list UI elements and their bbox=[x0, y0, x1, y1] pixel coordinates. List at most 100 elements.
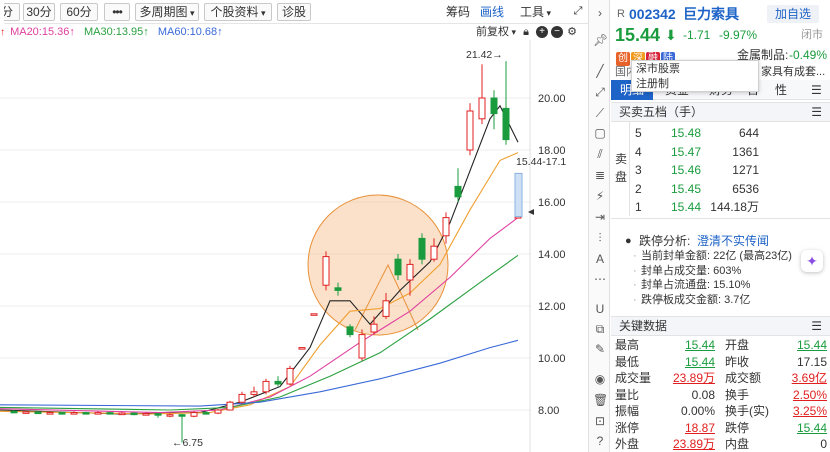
kline-chart[interactable]: 20.0018.0016.0014.0012.0010.008.00 21.42… bbox=[0, 40, 588, 452]
candle bbox=[262, 378, 270, 395]
candle-body bbox=[418, 237, 426, 260]
level: 2 bbox=[635, 181, 642, 196]
key-value: 15.44 bbox=[684, 338, 715, 352]
rect-tool-icon[interactable]: ▢ bbox=[593, 126, 607, 140]
candle-body bbox=[262, 380, 270, 393]
menu-icon[interactable]: ☰ bbox=[811, 317, 822, 335]
chevron-down-icon: ▾ bbox=[544, 8, 552, 18]
stock-info-button[interactable]: 个股资料 ▾ bbox=[204, 3, 272, 21]
candle-body bbox=[346, 326, 354, 336]
expand-icon[interactable]: ⤢ bbox=[572, 5, 584, 17]
line-tool-icon[interactable]: ╱ bbox=[593, 64, 607, 78]
candle-body bbox=[298, 347, 306, 350]
menu-icon[interactable]: ☰ bbox=[811, 103, 822, 121]
key-value: 3.69亿 bbox=[791, 371, 827, 385]
candle-body bbox=[202, 412, 210, 415]
key-label: 换手(实) bbox=[725, 404, 769, 418]
diagnose-button[interactable]: 诊股 bbox=[277, 3, 311, 21]
zoom-in-icon[interactable]: + bbox=[536, 26, 548, 38]
lock-icon[interactable]: 🔒︎ bbox=[520, 26, 532, 38]
y-tick-label: 8.00 bbox=[538, 405, 559, 417]
tab-more[interactable]: 性 bbox=[761, 80, 801, 100]
chip-tab[interactable]: 筹码 bbox=[446, 4, 470, 20]
more-tools-icon[interactable]: ⋯ bbox=[593, 272, 607, 286]
candle bbox=[58, 411, 66, 415]
ask-volume: 6536 bbox=[732, 181, 759, 196]
high-price-label: 21.42→ bbox=[466, 49, 503, 61]
measure-tool-icon[interactable]: ⇥ bbox=[593, 210, 607, 224]
period-button-30min[interactable]: 30分 bbox=[23, 3, 55, 21]
gann-tool-icon[interactable]: ⚡︎ bbox=[593, 189, 607, 203]
ma60-line bbox=[0, 339, 519, 407]
level: 1 bbox=[635, 200, 642, 215]
more-periods-button[interactable]: ••• bbox=[104, 3, 130, 21]
tools-menu[interactable]: 工具 ▾ bbox=[520, 4, 551, 21]
candle-body bbox=[406, 263, 414, 281]
key-value: 3.25% bbox=[792, 404, 827, 418]
candle-body bbox=[442, 217, 450, 237]
candle bbox=[286, 365, 294, 386]
chart-toolbar: 分 30分 60分 ••• 多周期图 ▾ 个股资料 ▾ 诊股 筹码 画线 工具 … bbox=[0, 0, 588, 24]
key-label: 外盘 bbox=[615, 437, 640, 451]
lock-drawings-icon[interactable]: ⊡ bbox=[593, 414, 607, 428]
candle bbox=[478, 64, 486, 124]
stock-name: 巨力索具 bbox=[683, 6, 739, 22]
key-value: 18.87 bbox=[684, 420, 715, 435]
ray-tool-icon[interactable]: ⤢ bbox=[593, 85, 607, 99]
eye-icon[interactable]: ◉ bbox=[593, 372, 607, 386]
candle bbox=[94, 411, 102, 415]
tooltip-line2: 注册制 bbox=[636, 78, 669, 90]
help-icon[interactable]: ? bbox=[593, 434, 607, 448]
candle bbox=[166, 413, 174, 418]
channel-tool-icon[interactable]: ⫶ bbox=[593, 231, 607, 245]
candle bbox=[70, 411, 78, 415]
market-status: 闭市 bbox=[801, 29, 823, 41]
price-restore-menu[interactable]: 前复权 ▾ bbox=[476, 24, 516, 40]
candle-body bbox=[166, 414, 174, 417]
candle-body bbox=[178, 414, 186, 417]
sell-side-label: 卖盘 bbox=[615, 152, 628, 184]
candle-body bbox=[382, 300, 390, 317]
key-value: 15.44 bbox=[796, 420, 827, 435]
price-change-pct: -9.97% bbox=[719, 28, 758, 42]
edit-icon[interactable]: ✎ bbox=[593, 342, 607, 356]
candle-body bbox=[214, 409, 222, 414]
chevron-down-icon: ▾ bbox=[509, 27, 517, 37]
key-label: 昨收 bbox=[725, 354, 750, 369]
trash-icon[interactable]: 🗑︎ bbox=[593, 393, 608, 407]
key-value: 0.00% bbox=[680, 404, 715, 418]
candle-body bbox=[454, 185, 462, 198]
copy-icon[interactable]: ⧉ bbox=[593, 322, 607, 336]
candle bbox=[454, 168, 462, 202]
range-label: 15.44-17.1 bbox=[516, 156, 566, 168]
add-watchlist-button[interactable]: 加自选 bbox=[767, 5, 819, 23]
magnet-icon[interactable]: U bbox=[593, 302, 607, 316]
price-change: -1.71 bbox=[683, 28, 711, 42]
key-label: 换手 bbox=[725, 387, 750, 402]
gear-icon[interactable]: ⚙ bbox=[566, 26, 578, 38]
parallel-tool-icon[interactable]: ⫽ bbox=[593, 147, 607, 161]
key-value: 0.08 bbox=[691, 387, 715, 402]
fib-tool-icon[interactable]: ≣ bbox=[593, 168, 607, 182]
period-button-60min[interactable]: 60分 bbox=[60, 3, 98, 21]
candle bbox=[190, 411, 198, 418]
candle-body bbox=[490, 97, 498, 115]
draw-tab[interactable]: 画线 bbox=[480, 4, 504, 20]
chevron-down-icon: ▾ bbox=[258, 8, 266, 18]
zoom-out-icon[interactable]: − bbox=[551, 26, 563, 38]
pin-icon[interactable]: 📌︎ bbox=[593, 33, 608, 47]
key-label: 内盘 bbox=[725, 437, 750, 451]
analysis-link[interactable]: 澄清不实传闻 bbox=[697, 232, 769, 250]
ask-price: 15.48 bbox=[671, 126, 702, 140]
key-label: 涨停 bbox=[615, 420, 640, 435]
key-value: 23.89万 bbox=[672, 437, 715, 451]
segment-tool-icon[interactable]: ⟋ bbox=[593, 106, 607, 120]
collapse-icon[interactable]: › bbox=[593, 6, 607, 20]
ask-volume: 644 bbox=[738, 126, 759, 140]
y-tick-label: 20.00 bbox=[538, 93, 566, 105]
menu-icon[interactable]: ☰ bbox=[811, 80, 822, 100]
last-day-range bbox=[514, 172, 523, 218]
text-tool-icon[interactable]: A bbox=[593, 252, 607, 266]
ai-assistant-icon[interactable]: ✦ bbox=[801, 250, 823, 272]
multi-period-button[interactable]: 多周期图 ▾ bbox=[135, 3, 199, 21]
